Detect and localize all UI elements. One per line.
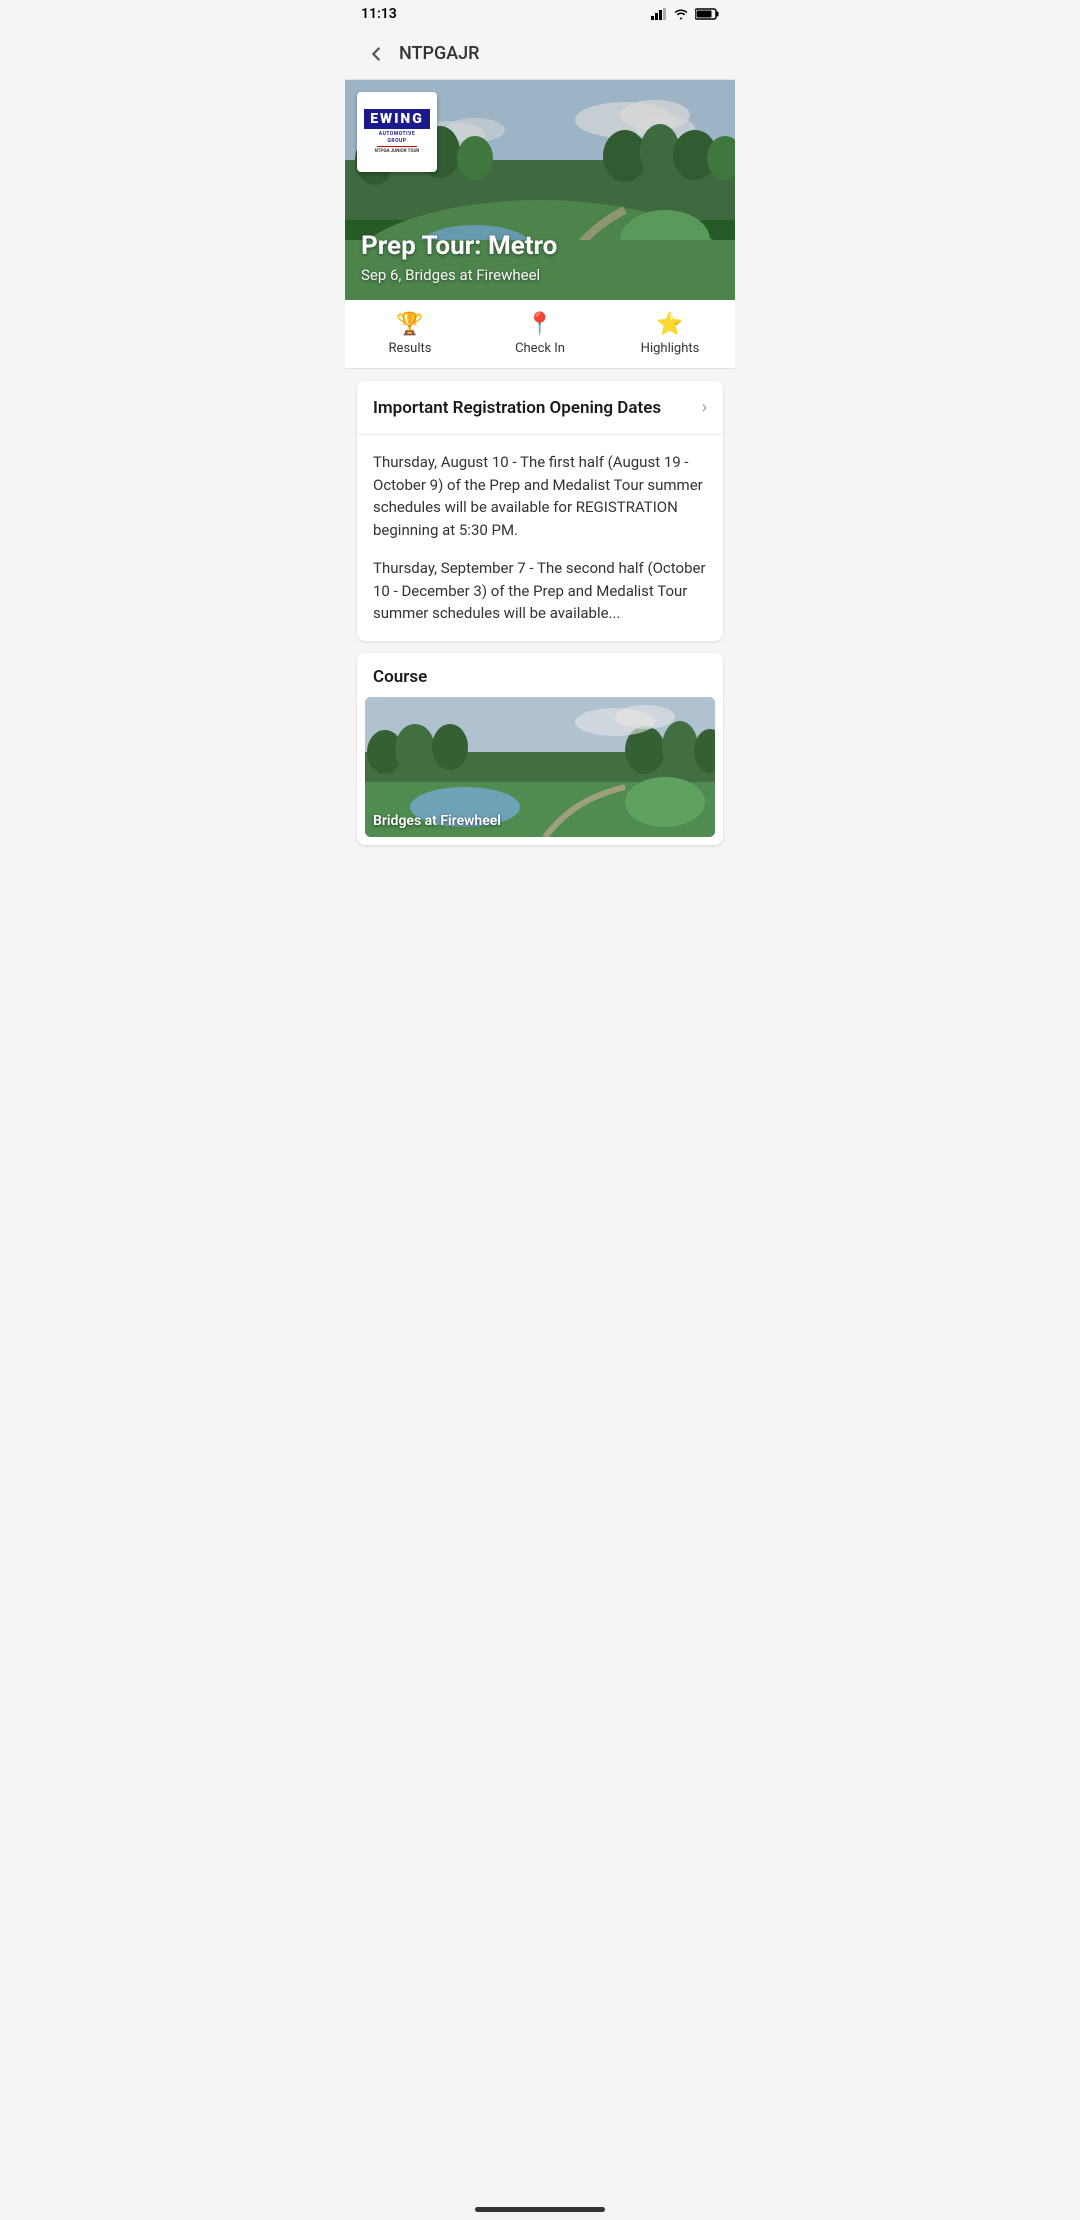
registration-card-body: Thursday, August 10 - The first half (Au… <box>357 435 723 641</box>
status-time: 11:13 <box>361 6 397 22</box>
status-bar: 11:13 <box>345 0 735 28</box>
registration-paragraph-1: Thursday, August 10 - The first half (Au… <box>373 451 707 541</box>
tab-results-label: Results <box>389 341 432 356</box>
trophy-icon: 🏆 <box>396 312 423 337</box>
tab-checkin-label: Check In <box>515 341 565 356</box>
star-icon: ⭐ <box>656 312 683 337</box>
course-card: Course <box>357 653 723 845</box>
home-indicator <box>475 2207 605 2212</box>
status-icons <box>651 8 719 20</box>
course-caption: Bridges at Firewheel <box>373 813 501 829</box>
back-button[interactable] <box>357 35 395 73</box>
tab-highlights[interactable]: ⭐ Highlights <box>605 300 735 368</box>
tab-results[interactable]: 🏆 Results <box>345 300 475 368</box>
course-label: Course <box>357 653 723 697</box>
registration-card: Important Registration Opening Dates › T… <box>357 381 723 641</box>
hero-title: Prep Tour: Metro <box>361 231 557 262</box>
tab-bar: 🏆 Results 📍 Check In ⭐ Highlights <box>345 300 735 369</box>
nav-bar: NTPGAJR <box>345 28 735 80</box>
registration-paragraph-2: Thursday, September 7 - The second half … <box>373 557 707 625</box>
battery-icon <box>695 8 719 20</box>
main-content: Important Registration Opening Dates › T… <box>345 369 735 869</box>
location-icon: 📍 <box>526 312 553 337</box>
signal-icon <box>651 8 667 20</box>
back-icon <box>365 43 387 65</box>
hero-image: EWING AUTOMOTIVE GROUP NTPGA JUNIOR TOUR… <box>345 80 735 300</box>
registration-card-header[interactable]: Important Registration Opening Dates › <box>357 381 723 435</box>
logo-badge: EWING AUTOMOTIVE GROUP NTPGA JUNIOR TOUR <box>357 92 437 172</box>
wifi-icon <box>673 8 689 20</box>
hero-text: Prep Tour: Metro Sep 6, Bridges at Firew… <box>361 231 557 284</box>
page-title: NTPGAJR <box>399 43 480 64</box>
hero-subtitle: Sep 6, Bridges at Firewheel <box>361 266 557 284</box>
tab-checkin[interactable]: 📍 Check In <box>475 300 605 368</box>
tab-highlights-label: Highlights <box>641 341 700 356</box>
chevron-right-icon: › <box>702 397 707 418</box>
course-image[interactable]: Bridges at Firewheel <box>365 697 715 837</box>
registration-card-title: Important Registration Opening Dates <box>373 398 661 418</box>
